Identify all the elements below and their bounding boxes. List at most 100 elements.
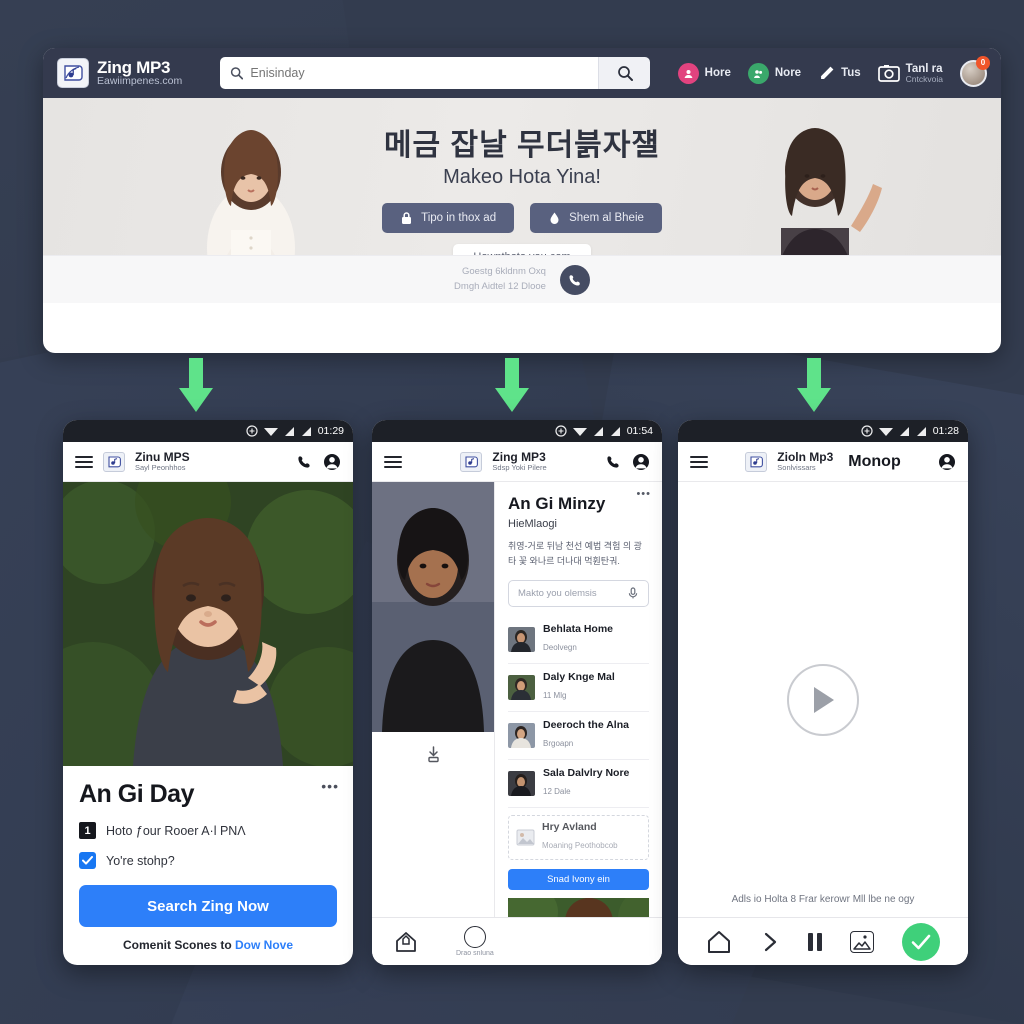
pink-circle-icon <box>677 62 699 84</box>
hamburger-icon[interactable] <box>690 455 708 468</box>
card-check-row[interactable]: Yo're stohp? <box>79 852 337 869</box>
left-photo-panel <box>372 482 494 917</box>
hero-footer-line1: Goestg 6kldnm Oxq <box>461 266 546 278</box>
search-zing-now-button[interactable]: Search Zing Now <box>79 885 337 927</box>
panel-search-input[interactable]: Makto you olemsis <box>508 579 649 607</box>
app-subtitle: Sdsp Yoki Pilere <box>492 462 547 472</box>
search-input-wrap[interactable] <box>220 57 599 89</box>
list-item[interactable]: Deeroch the Alna Brgoapn <box>508 712 649 760</box>
check-icon[interactable] <box>902 922 940 961</box>
signal-icon <box>610 426 620 436</box>
play-button[interactable] <box>787 663 859 736</box>
panel-list: Behlata Home Deolvegn Daly Knge Mal 11 Mlg… <box>508 616 649 809</box>
attachment-title: Hry Avland <box>542 821 597 834</box>
card-footer-link[interactable]: Dow Nove <box>235 938 293 952</box>
zing-logo-icon <box>460 451 483 472</box>
info-card: ••• An Gi Day 1 Hoto ƒour Rooer A·l PNɅ … <box>63 766 353 965</box>
pause-icon[interactable] <box>808 932 822 951</box>
brand-name: Zing MP3 <box>97 57 171 77</box>
status-time: 01:29 <box>317 425 344 437</box>
phone-icon[interactable] <box>605 453 622 470</box>
hero-footer-text: Goestg 6kldnm Oxq Dmgh Aidtel 12 Dlooe <box>454 265 546 294</box>
phone-icon[interactable] <box>296 453 313 470</box>
hamburger-icon[interactable] <box>75 455 93 468</box>
zing-logo-icon <box>745 451 768 472</box>
list-item-thumbnail <box>508 626 535 652</box>
brand-subtitle: Eawiimpenes.com <box>97 75 183 88</box>
hero-korean-title: 메금 잡날 무더븕자쟬 <box>383 129 661 162</box>
phone-screen-1: 01:29 Zinu MPS Sayl Peonhhos ••• An Gi D… <box>63 420 353 965</box>
status-time: 01:28 <box>932 425 959 437</box>
list-item[interactable]: Behlata Home Deolvegn <box>508 616 649 664</box>
list-item-title: Sala Dalvlry Nore <box>543 766 630 779</box>
home-icon[interactable] <box>706 930 732 954</box>
lock-icon <box>402 212 412 224</box>
search-input[interactable] <box>250 66 589 80</box>
sync-icon <box>246 425 258 437</box>
chevron-right-icon[interactable] <box>760 930 780 954</box>
hero-photo <box>63 482 353 766</box>
hero-button-label: Tipo in thox ad <box>421 212 497 224</box>
search-submit-button[interactable] <box>598 57 651 89</box>
more-options-icon[interactable]: ••• <box>636 488 651 500</box>
portrait-photo <box>63 482 353 766</box>
detail-panel: ••• An Gi Minzy HieMlaogi 취영-거로 뒤남 천선 예법… <box>494 482 662 917</box>
nav-item-hore[interactable]: Hore <box>677 62 731 84</box>
wifi-icon <box>572 427 587 436</box>
site-brand[interactable]: Zing MP3 Eawiimpenes.com <box>57 58 182 88</box>
list-item-title: Behlata Home <box>543 622 614 635</box>
hero-button-primary[interactable]: Tipo in thox ad <box>382 203 515 233</box>
nav-record[interactable]: Drao snluna <box>456 926 494 957</box>
checkmark-icon[interactable] <box>79 852 96 869</box>
nav-item-tus[interactable]: Tus <box>818 65 861 82</box>
hero-footer-call-button[interactable] <box>559 264 590 295</box>
nav-label-text: Tanl ra <box>905 62 943 75</box>
circle-icon <box>463 926 486 948</box>
account-icon[interactable] <box>632 453 650 471</box>
more-options-icon[interactable]: ••• <box>321 778 339 794</box>
signal-icon <box>593 426 603 436</box>
app-header: Zioln Mp3 Sonlvissars Monop <box>678 442 968 482</box>
player-caption: Adls io Holta 8 Frar kerowr Mll lbe ne o… <box>731 894 915 905</box>
search-bar <box>220 57 651 89</box>
panel-paragraph: 취영-거로 뒤남 천선 예법 격험 의 광타 꽃 와나르 더나대 먹훤탄궈. <box>508 541 642 567</box>
drop-icon <box>550 212 559 224</box>
card-step-row: 1 Hoto ƒour Rooer A·l PNɅ <box>79 822 337 839</box>
list-item[interactable]: Sala Dalvlry Nore 12 Dale <box>508 760 649 809</box>
phone-icon <box>569 274 580 285</box>
hero-footer-line2: Dmgh Aidtel 12 Dlooe <box>454 280 546 292</box>
signal-icon <box>899 426 909 436</box>
account-icon[interactable] <box>323 453 341 471</box>
status-bar: 01:54 <box>372 420 662 442</box>
nav-record-label: Drao snluna <box>456 950 494 957</box>
player-area: Adls io Holta 8 Frar kerowr Mll lbe ne o… <box>678 482 968 917</box>
hamburger-icon[interactable] <box>384 455 402 468</box>
list-item-sub: Deolvegn <box>543 642 577 652</box>
list-item[interactable]: Daly Knge Mal 11 Mlg <box>508 664 649 712</box>
bottom-nav: Drao snluna <box>372 917 662 965</box>
app-title: Zioln Mp3 Sonlvissars <box>777 451 833 471</box>
status-time: 01:54 <box>626 425 653 437</box>
status-bar: 01:29 <box>63 420 353 442</box>
nav-item-tanl-ra[interactable]: Tanl ra Cntckvoia <box>877 63 943 84</box>
hero-subtitle: Makeo Hota Yina! <box>443 166 601 188</box>
sync-icon <box>555 425 567 437</box>
user-avatar[interactable]: 0 <box>960 55 990 87</box>
account-icon[interactable] <box>938 453 956 471</box>
nav-label: Tanl ra Cntckvoia <box>906 63 943 84</box>
video-thumbnail[interactable] <box>508 898 649 917</box>
search-icon <box>231 67 244 80</box>
image-icon[interactable] <box>850 930 874 953</box>
download-icon[interactable] <box>425 746 442 763</box>
hero-content: 메금 잡날 무더븕자쟬 Makeo Hota Yina! Tipo in tho… <box>43 120 1001 270</box>
attachment-row[interactable]: Hry Avland Moaning Peothobcob <box>508 815 649 861</box>
list-item-sub: Brgoapn <box>543 738 574 748</box>
zing-logo-icon <box>57 58 89 88</box>
wifi-icon <box>878 427 893 436</box>
panel-search-placeholder: Makto you olemsis <box>518 587 597 599</box>
nav-item-nore[interactable]: Nore <box>747 62 801 84</box>
hero-button-secondary[interactable]: Shem al Bheie <box>530 203 662 233</box>
send-button[interactable]: Snad Ivony ein <box>508 869 649 891</box>
nav-home[interactable] <box>394 931 418 953</box>
top-nav: Hore Nore Tus Tanl ra Cntckvoia 0 <box>677 55 990 87</box>
